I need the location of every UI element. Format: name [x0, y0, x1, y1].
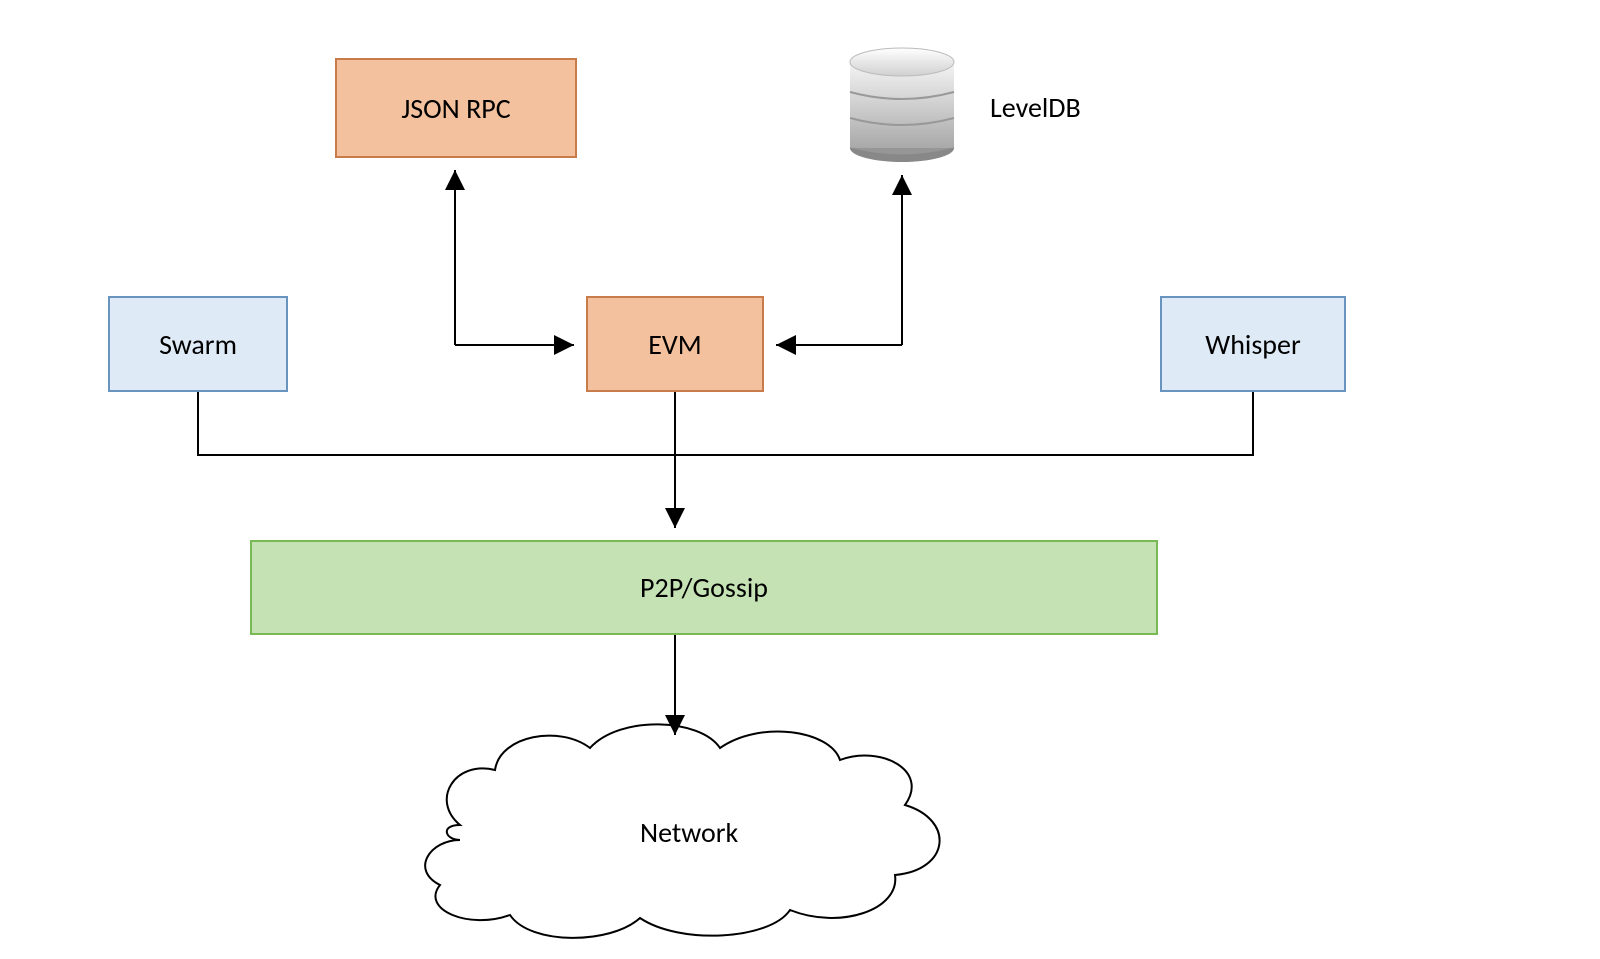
connectors	[0, 0, 1600, 959]
diagram-canvas: JSON RPC	[0, 0, 1600, 959]
node-evm: EVM	[586, 296, 764, 392]
node-swarm-label: Swarm	[159, 327, 237, 362]
cloud-icon	[0, 0, 1600, 959]
node-swarm: Swarm	[108, 296, 288, 392]
node-p2p-label: P2P/Gossip	[640, 570, 768, 605]
network-label: Network	[640, 815, 738, 850]
node-whisper: Whisper	[1160, 296, 1346, 392]
node-json-rpc: JSON RPC	[335, 58, 577, 158]
node-p2p: P2P/Gossip	[250, 540, 1158, 635]
node-json-rpc-label: JSON RPC	[401, 91, 510, 126]
leveldb-label: LevelDB	[990, 90, 1081, 125]
node-whisper-label: Whisper	[1205, 327, 1300, 362]
node-evm-label: EVM	[648, 327, 702, 362]
db-icon	[0, 0, 1600, 959]
